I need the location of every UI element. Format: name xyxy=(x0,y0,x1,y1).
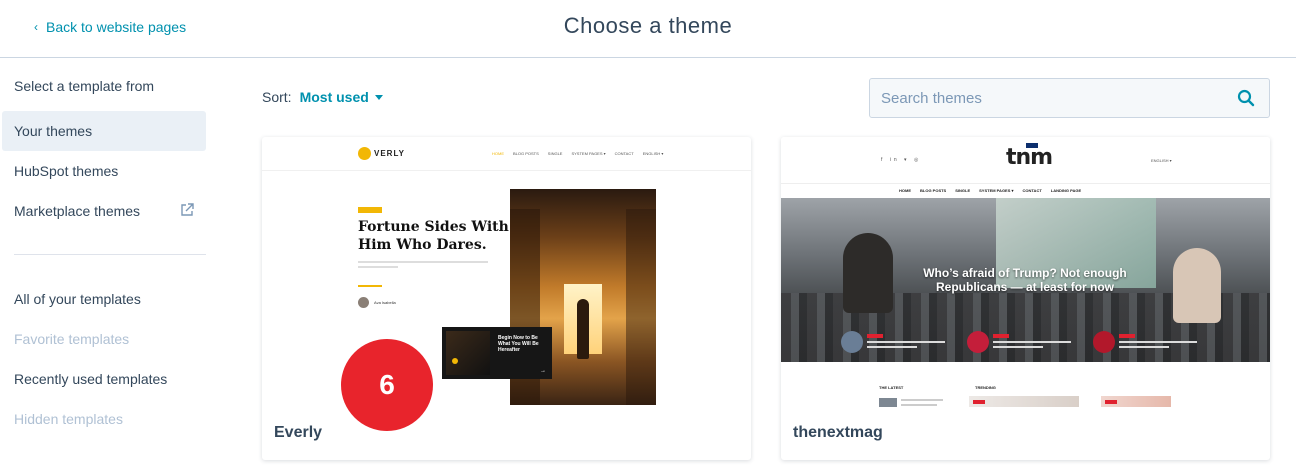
theme-name: Everly xyxy=(274,424,323,441)
sidebar-item-marketplace-themes[interactable]: Marketplace themes xyxy=(2,191,206,231)
everly-preview-headline: Fortune Sides With Him Who Dares. xyxy=(358,219,509,253)
marketplace-themes-label: Marketplace themes xyxy=(14,203,141,219)
thenextmag-logo-text: tnm xyxy=(1006,145,1053,170)
thenextmag-story-strip xyxy=(841,329,1201,355)
thenextmag-menu-item: BLOG POSTS xyxy=(920,188,947,193)
sidebar-item-your-themes[interactable]: Your themes xyxy=(2,111,206,151)
everly-preview-nav: VERLY HOME BLOG POSTS SINGLE SYSTEM PAGE… xyxy=(262,137,751,171)
sidebar-item-hidden-templates: Hidden templates xyxy=(14,411,123,427)
thenextmag-menu-item: LANDING PAGE xyxy=(1050,188,1082,193)
promo-thumbnail xyxy=(446,331,490,375)
everly-promo-card: Begin Now to Be What You Will Be Hereaft… xyxy=(442,327,552,379)
theme-preview-everly: VERLY HOME BLOG POSTS SINGLE SYSTEM PAGE… xyxy=(262,137,751,407)
author-name: Ava Isabella xyxy=(374,300,396,305)
theme-preview-thenextmag: f in ▾ ◎ tnm ENGLISH ▾ HOME BLOG POSTS S… xyxy=(781,137,1270,407)
theme-name: thenextmag xyxy=(793,424,883,441)
everly-menu-item: CONTACT xyxy=(614,151,634,156)
sidebar-item-all-templates[interactable]: All of your templates xyxy=(2,279,206,319)
template-source-sidebar: Select a template from Your themes HubSp… xyxy=(0,58,215,475)
thenextmag-menu-item: SYSTEM PAGES ▾ xyxy=(979,188,1014,193)
section-latest: THE LATEST xyxy=(879,385,904,390)
page-title: Choose a theme xyxy=(563,13,733,38)
sidebar-divider xyxy=(14,254,206,255)
thenextmag-menu-item: SINGLE xyxy=(955,188,971,193)
theme-card-everly[interactable]: VERLY HOME BLOG POSTS SINGLE SYSTEM PAGE… xyxy=(262,137,751,460)
everly-logo: VERLY xyxy=(358,147,405,160)
arrow-right-icon: → xyxy=(540,368,546,374)
sort-dropdown[interactable]: Most used xyxy=(300,89,383,105)
language-selector: ENGLISH ▾ xyxy=(1151,158,1172,163)
everly-menu-item: HOME xyxy=(492,151,504,156)
caret-down-icon xyxy=(374,94,383,100)
sort-label: Sort: xyxy=(262,89,292,105)
search-themes-input[interactable] xyxy=(870,79,1220,117)
search-icon[interactable] xyxy=(1237,89,1255,107)
everly-logo-text: VERLY xyxy=(374,149,405,158)
everly-logo-mark-icon xyxy=(358,147,371,160)
everly-menu-item: SYSTEM PAGES ▾ xyxy=(571,151,606,156)
section-trending: TRENDING xyxy=(975,385,996,390)
everly-preview-menu: HOME BLOG POSTS SINGLE SYSTEM PAGES ▾ CO… xyxy=(492,151,663,156)
story-item xyxy=(967,329,1075,355)
thenextmag-hero-headline: Who’s afraid of Trump? Not enough Republ… xyxy=(923,266,1127,294)
sidebar-item-recently-used-templates[interactable]: Recently used templates xyxy=(2,359,206,399)
sidebar-item-favorite-templates: Favorite templates xyxy=(14,331,130,347)
thenextmag-preview-header: f in ▾ ◎ tnm ENGLISH ▾ xyxy=(781,137,1270,181)
everly-menu-item: SINGLE xyxy=(547,151,563,156)
everly-preview-excerpt xyxy=(358,261,488,271)
external-link-icon xyxy=(181,203,194,216)
sort-value: Most used xyxy=(299,89,369,105)
step-number-badge: 6 xyxy=(341,339,433,431)
social-icons: f in ▾ ◎ xyxy=(881,157,922,163)
top-header: ‹ Back to website pages Choose a theme xyxy=(0,0,1296,58)
thenextmag-lower-sections: THE LATEST TRENDING xyxy=(879,385,1179,407)
thenextmag-menu-item: CONTACT xyxy=(1022,188,1042,193)
sidebar-heading: Select a template from xyxy=(14,78,155,94)
story-item xyxy=(1093,329,1201,355)
search-box xyxy=(869,78,1270,118)
thenextmag-preview-nav: HOME BLOG POSTS SINGLE SYSTEM PAGES ▾ CO… xyxy=(781,183,1270,197)
author-avatar xyxy=(358,297,369,308)
thenextmag-menu-item: HOME xyxy=(899,188,911,193)
story-item xyxy=(841,329,949,355)
everly-accent-rule xyxy=(358,285,382,287)
everly-preview-author: Ava Isabella xyxy=(358,297,396,308)
theme-card-thenextmag[interactable]: f in ▾ ◎ tnm ENGLISH ▾ HOME BLOG POSTS S… xyxy=(781,137,1270,460)
promo-title: Begin Now to Be What You Will Be Hereaft… xyxy=(498,335,539,353)
everly-category-tag xyxy=(358,207,382,213)
everly-menu-item: BLOG POSTS xyxy=(513,151,539,156)
everly-menu-item: ENGLISH ▾ xyxy=(642,151,664,156)
sidebar-item-hubspot-themes[interactable]: HubSpot themes xyxy=(2,151,206,191)
sort-control: Sort: Most used xyxy=(262,89,383,105)
thenextmag-logo: tnm xyxy=(1006,143,1053,170)
